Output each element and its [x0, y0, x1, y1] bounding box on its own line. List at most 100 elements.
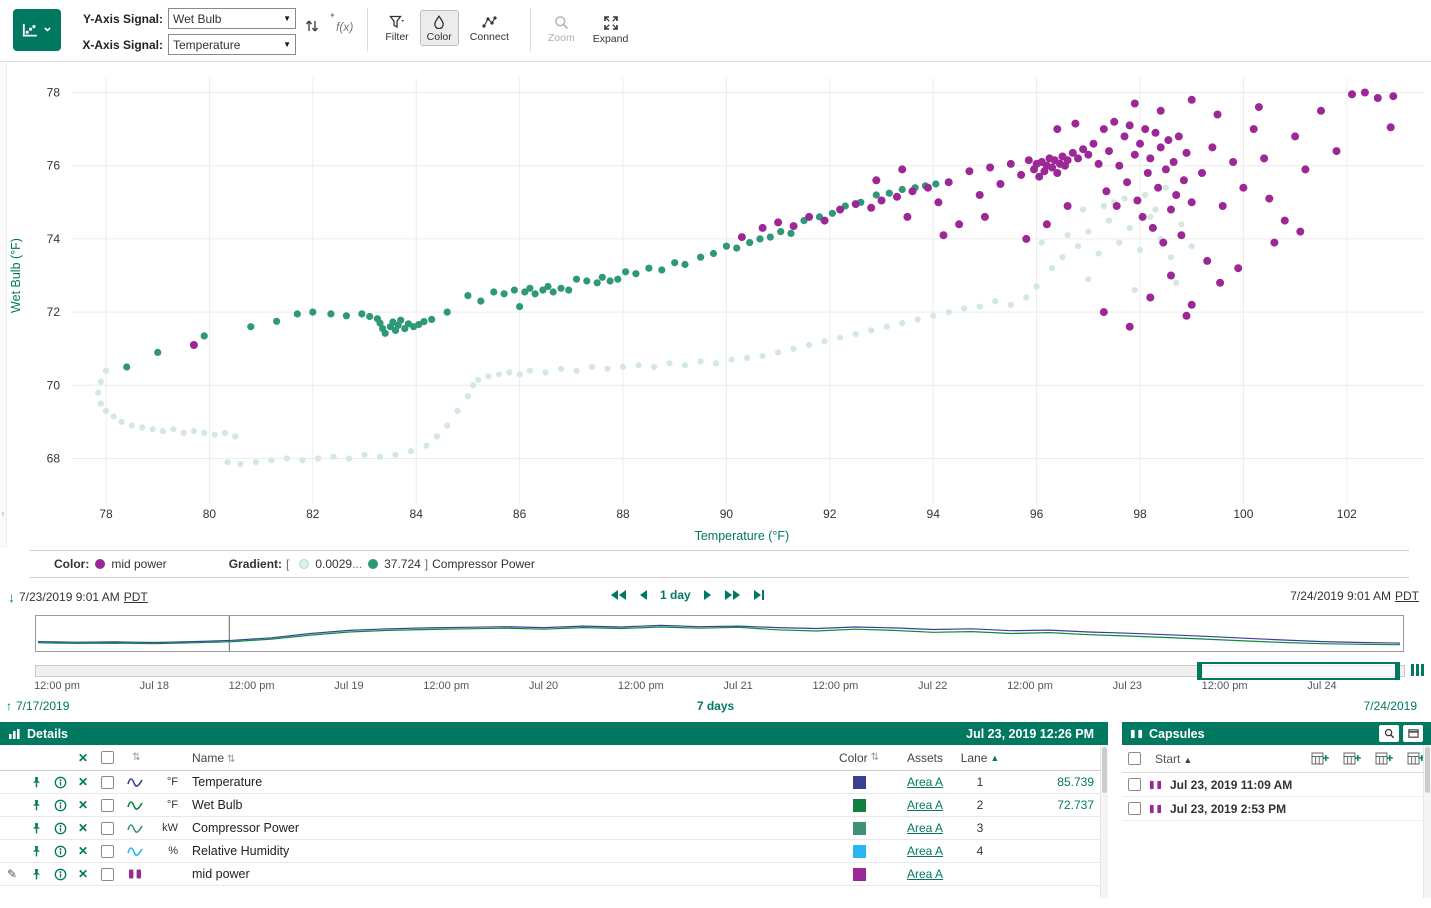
scatter-point[interactable]	[1105, 147, 1113, 155]
scatter-point[interactable]	[542, 369, 548, 375]
scatter-point[interactable]	[1110, 118, 1118, 126]
scatter-point[interactable]	[821, 217, 829, 225]
scatter-point[interactable]	[1149, 224, 1157, 232]
scatter-point[interactable]	[475, 377, 481, 383]
scatter-point[interactable]	[1389, 92, 1397, 100]
scatter-point[interactable]	[1177, 231, 1185, 239]
scatter-point[interactable]	[1260, 154, 1268, 162]
scatter-point[interactable]	[1203, 257, 1211, 265]
capsule-stats-icon[interactable]	[1311, 751, 1329, 766]
scatter-point[interactable]	[853, 331, 859, 337]
timezone-link[interactable]: PDT	[1395, 589, 1419, 603]
scatter-point[interactable]	[698, 358, 704, 364]
scatter-plot[interactable]: 7880828486889092949698100102687072747678…	[0, 62, 1431, 548]
scatter-point[interactable]	[1116, 240, 1122, 246]
scatter-point[interactable]	[872, 176, 880, 184]
scatter-point[interactable]	[506, 369, 512, 375]
scatter-point[interactable]	[723, 243, 730, 250]
scatter-point[interactable]	[517, 371, 523, 377]
scatter-point[interactable]	[635, 362, 641, 368]
scatter-point[interactable]	[599, 274, 606, 281]
scatter-point[interactable]	[532, 290, 539, 297]
scatter-point[interactable]	[1219, 202, 1227, 210]
scatter-point[interactable]	[884, 324, 890, 330]
scatter-point[interactable]	[1059, 254, 1065, 260]
scatter-point[interactable]	[1132, 287, 1138, 293]
scatter-point[interactable]	[1188, 96, 1196, 104]
scatter-point[interactable]	[790, 222, 798, 230]
scatter-point[interactable]	[1022, 235, 1030, 243]
scatter-point[interactable]	[544, 283, 551, 290]
scatter-point[interactable]	[583, 277, 590, 284]
asset-link[interactable]: Area A	[894, 798, 956, 812]
scatter-point[interactable]	[103, 408, 109, 414]
scatter-point[interactable]	[1157, 107, 1165, 115]
scatter-point[interactable]	[738, 233, 746, 241]
scatter-point[interactable]	[346, 455, 352, 461]
remove-icon[interactable]: ✕	[72, 798, 94, 812]
info-icon[interactable]	[54, 845, 67, 858]
info-icon[interactable]	[54, 799, 67, 812]
pin-icon[interactable]	[30, 776, 43, 789]
scatter-point[interactable]	[1168, 254, 1174, 260]
scatter-point[interactable]	[309, 309, 316, 316]
chart-type-button[interactable]: ⌄	[13, 9, 61, 51]
scatter-point[interactable]	[1175, 132, 1183, 140]
add-column-icon[interactable]	[1343, 751, 1361, 766]
scatter-point[interactable]	[129, 423, 135, 429]
info-icon[interactable]	[54, 776, 67, 789]
scatter-point[interactable]	[273, 318, 280, 325]
scatter-point[interactable]	[464, 292, 471, 299]
scatter-point[interactable]	[760, 353, 766, 359]
scatter-point[interactable]	[1074, 154, 1082, 162]
scatter-point[interactable]	[154, 349, 161, 356]
row-checkbox[interactable]	[101, 822, 114, 835]
select-all-checkbox[interactable]	[101, 751, 114, 764]
scatter-point[interactable]	[573, 276, 580, 283]
scatter-point[interactable]	[253, 459, 259, 465]
scatter-point[interactable]	[1085, 229, 1091, 235]
capsules-collapse-button[interactable]	[1403, 725, 1423, 742]
scatter-point[interactable]	[955, 220, 963, 228]
scatter-point[interactable]	[1216, 279, 1224, 287]
scatter-point[interactable]	[986, 164, 994, 172]
range-duration[interactable]: 7 days	[0, 699, 1431, 713]
row-checkbox[interactable]	[101, 799, 114, 812]
scatter-point[interactable]	[1172, 191, 1180, 199]
remove-icon[interactable]: ✕	[72, 821, 94, 835]
row-checkbox[interactable]	[101, 868, 114, 881]
scatter-point[interactable]	[1361, 89, 1369, 97]
duration-label[interactable]: 1 day	[660, 588, 691, 602]
scatter-point[interactable]	[1025, 156, 1033, 164]
scatter-point[interactable]	[1183, 149, 1191, 157]
scatter-point[interactable]	[1131, 151, 1139, 159]
scatter-point[interactable]	[777, 228, 784, 235]
scatter-point[interactable]	[408, 448, 414, 454]
scatter-point[interactable]	[294, 310, 301, 317]
scatter-point[interactable]	[527, 368, 533, 374]
scatter-point[interactable]	[465, 393, 471, 399]
pan-to-now-icon[interactable]	[753, 589, 765, 601]
scatter-point[interactable]	[1239, 184, 1247, 192]
scatter-point[interactable]	[1049, 265, 1055, 271]
scatter-point[interactable]	[1017, 171, 1025, 179]
scatter-point[interactable]	[915, 316, 921, 322]
capsule-row[interactable]: Jul 23, 2019 11:09 AM	[1122, 773, 1431, 797]
details-scrollbar[interactable]	[1100, 745, 1108, 898]
scatter-point[interactable]	[181, 430, 187, 436]
scatter-point[interactable]	[1163, 185, 1169, 191]
scatter-point[interactable]	[1043, 220, 1051, 228]
scatter-point[interactable]	[191, 428, 197, 434]
remove-icon[interactable]: ✕	[72, 867, 94, 881]
scatter-point[interactable]	[1115, 162, 1123, 170]
scatter-point[interactable]	[224, 459, 230, 465]
scatter-point[interactable]	[1146, 154, 1154, 162]
scatter-point[interactable]	[1301, 165, 1309, 173]
scatter-point[interactable]	[1133, 197, 1141, 205]
pin-icon[interactable]	[30, 868, 43, 881]
scatter-point[interactable]	[1113, 202, 1121, 210]
scatter-point[interactable]	[607, 277, 614, 284]
table-row[interactable]: ✕%Relative HumidityArea A4	[0, 840, 1100, 863]
scatter-point[interactable]	[604, 366, 610, 372]
info-icon[interactable]	[54, 822, 67, 835]
